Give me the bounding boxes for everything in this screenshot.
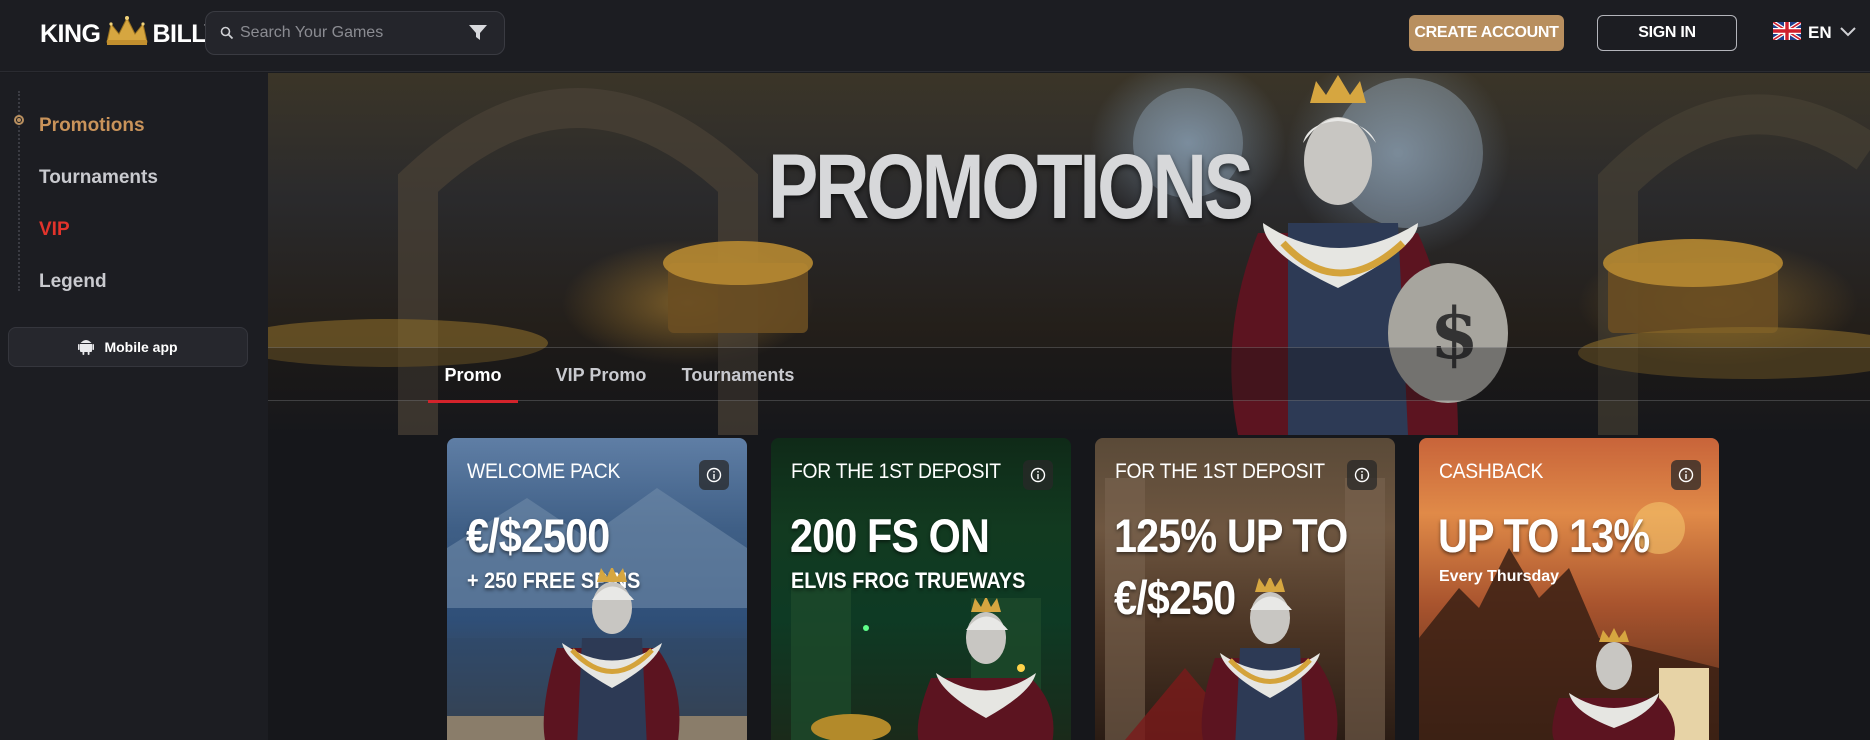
active-indicator-dot (14, 115, 24, 125)
game-search[interactable] (205, 11, 505, 55)
info-icon[interactable] (1347, 460, 1377, 490)
filter-icon[interactable] (468, 24, 488, 47)
promo-card-welcome-pack[interactable]: WELCOME PACK €/$2500 + 250 FREE SPINS (447, 438, 747, 740)
uk-flag-icon (1771, 19, 1803, 45)
tab-tournaments[interactable]: Tournaments (682, 348, 795, 402)
logo-text-left: KING (40, 19, 101, 48)
mobile-app-label: Mobile app (104, 339, 178, 355)
language-selector[interactable]: EN (1771, 19, 1857, 46)
crown-icon (105, 15, 149, 53)
info-icon[interactable] (1023, 460, 1053, 490)
sidebar-nav: Promotions Tournaments VIP Legend (14, 91, 258, 293)
card-label: FOR THE 1ST DEPOSIT (1115, 460, 1325, 483)
create-account-button[interactable]: CREATE ACCOUNT (1409, 15, 1564, 51)
language-code: EN (1808, 23, 1832, 42)
card-subline: Every Thursday (1439, 568, 1560, 585)
sidebar-item-promotions[interactable]: Promotions (39, 115, 145, 137)
search-icon (220, 26, 234, 45)
sidebar-item-tournaments[interactable]: Tournaments (39, 167, 158, 189)
sign-in-button[interactable]: SIGN IN (1597, 15, 1737, 51)
search-input[interactable] (240, 22, 460, 44)
promo-card-first-deposit-fs[interactable]: FOR THE 1ST DEPOSIT 200 FS ON ELVIS FROG… (771, 438, 1071, 740)
tab-promo[interactable]: Promo (428, 348, 518, 403)
king-character-image (1195, 576, 1345, 740)
king-character-image (1549, 628, 1679, 740)
king-character-image (537, 566, 687, 740)
card-label: CASHBACK (1439, 460, 1544, 483)
card-headline: UP TO 13% (1438, 509, 1650, 562)
android-icon (78, 337, 95, 358)
promo-tabs: Promo VIP Promo Tournaments (268, 347, 1870, 403)
sidebar-item-legend[interactable]: Legend (39, 271, 107, 293)
hero-banner: PROMOTIONS $ Promo VIP Promo Tournaments (268, 73, 1870, 435)
king-character-image (911, 596, 1061, 740)
promo-card-cashback[interactable]: CASHBACK UP TO 13% Every Thursday (1419, 438, 1719, 740)
card-label: WELCOME PACK (467, 460, 621, 483)
card-headline: €/$2500 (466, 509, 610, 562)
card-subline: ELVIS FROG TRUEWAYS (791, 568, 1026, 593)
top-bar: KING BILLY CREATE ACCOUNT SIGN IN (0, 0, 1870, 72)
tab-vip-promo[interactable]: VIP Promo (551, 348, 651, 402)
king-billy-logo[interactable]: KING BILLY (40, 14, 220, 54)
sidebar: Promotions Tournaments VIP Legend Mobile… (0, 73, 268, 740)
chevron-down-icon (1839, 23, 1857, 43)
info-icon[interactable] (1671, 460, 1701, 490)
promo-card-first-deposit-bonus[interactable]: FOR THE 1ST DEPOSIT 125% UP TO €/$250 (1095, 438, 1395, 740)
card-headline: 200 FS ON (790, 509, 990, 562)
main-content: PROMOTIONS $ Promo VIP Promo Tournaments… (268, 73, 1870, 740)
info-icon[interactable] (699, 460, 729, 490)
sidebar-item-vip[interactable]: VIP (39, 219, 70, 241)
card-headline: 125% UP TO (1114, 509, 1348, 562)
card-label: FOR THE 1ST DEPOSIT (791, 460, 1001, 483)
mobile-app-button[interactable]: Mobile app (8, 327, 248, 367)
